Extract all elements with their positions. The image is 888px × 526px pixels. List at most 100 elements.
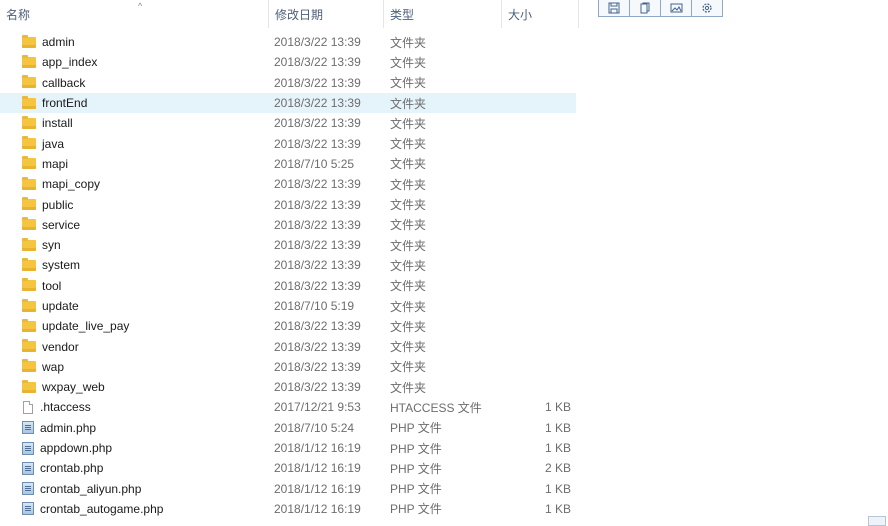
file-row[interactable]: install 2018/3/22 13:39 文件夹: [0, 113, 580, 133]
file-row[interactable]: admin.php 2018/7/10 5:24 PHP 文件 1 KB: [0, 418, 580, 438]
file-row[interactable]: update 2018/7/10 5:19 文件夹: [0, 296, 580, 316]
file-name-cell: crontab_autogame.php: [22, 502, 163, 516]
file-list: admin 2018/3/22 13:39 文件夹 app_index 2018/3/2…: [0, 32, 580, 519]
file-name: syn: [42, 238, 61, 253]
resize-grip[interactable]: [868, 516, 886, 526]
file-name: java: [42, 136, 65, 151]
file-row[interactable]: service 2018/3/22 13:39 文件夹: [0, 215, 580, 235]
file-name-cell: java: [22, 136, 65, 151]
file-row[interactable]: system 2018/3/22 13:39 文件夹: [0, 255, 580, 275]
file-row[interactable]: admin 2018/3/22 13:39 文件夹: [0, 32, 580, 52]
file-name-cell: .htaccess: [22, 400, 91, 414]
php-file-icon: [22, 482, 34, 496]
file-row[interactable]: crontab_aliyun.php 2018/1/12 16:19 PHP 文件 1…: [0, 479, 580, 499]
image-button[interactable]: [660, 0, 692, 17]
file-modified-date: 2018/1/12 16:19: [274, 441, 361, 456]
column-header-date-label: 修改日期: [275, 7, 324, 22]
file-name-cell: vendor: [22, 339, 79, 354]
copy-icon: [640, 2, 650, 14]
php-file-icon: [22, 441, 34, 455]
folder-icon: [22, 156, 36, 170]
toolbar: [598, 0, 723, 17]
file-modified-date: 2018/3/22 13:39: [274, 75, 361, 90]
file-name: app_index: [42, 55, 98, 70]
file-row[interactable]: app_index 2018/3/22 13:39 文件夹: [0, 52, 580, 72]
column-header-type[interactable]: 类型: [383, 0, 501, 28]
file-size: 1 KB: [544, 420, 571, 435]
file-row[interactable]: wap 2018/3/22 13:39 文件夹: [0, 357, 580, 377]
file-type: PHP 文件: [390, 441, 442, 456]
column-header-name[interactable]: 名称: [0, 0, 268, 28]
folder-icon: [22, 75, 36, 89]
file-size: 1 KB: [544, 441, 571, 456]
file-row[interactable]: update_live_pay 2018/3/22 13:39 文件夹: [0, 316, 580, 336]
file-modified-date: 2018/3/22 13:39: [274, 359, 361, 374]
file-name: update: [42, 299, 79, 313]
file-row[interactable]: .htaccess 2017/12/21 9:53 HTACCESS 文件 1 KB: [0, 397, 580, 417]
php-file-icon: [22, 502, 34, 516]
file-row[interactable]: crontab_autogame.php 2018/1/12 16:19 PHP 文…: [0, 499, 580, 519]
file-row[interactable]: frontEnd 2018/3/22 13:39 文件夹: [0, 92, 576, 114]
column-header-date[interactable]: 修改日期: [268, 0, 383, 28]
file-row[interactable]: mapi 2018/7/10 5:25 文件夹: [0, 154, 580, 174]
file-row[interactable]: wxpay_web 2018/3/22 13:39 文件夹: [0, 377, 580, 397]
file-name-cell: appdown.php: [22, 441, 112, 455]
file-modified-date: 2018/3/22 13:39: [274, 278, 361, 293]
file-name: install: [42, 116, 73, 131]
file-name-cell: app_index: [22, 54, 98, 70]
file-modified-date: 2018/3/22 13:39: [274, 177, 361, 192]
file-name-cell: tool: [22, 278, 62, 293]
file-modified-date: 2017/12/21 9:53: [274, 400, 361, 415]
file-name-cell: wxpay_web: [22, 379, 105, 394]
file-name: crontab.php: [40, 461, 104, 476]
settings-button[interactable]: [691, 0, 723, 17]
file-modified-date: 2018/3/22 13:39: [274, 258, 361, 273]
file-name-cell: public: [22, 197, 73, 212]
folder-icon: [22, 115, 36, 129]
folder-icon: [22, 54, 36, 68]
file-modified-date: 2018/3/22 13:39: [274, 136, 361, 151]
file-modified-date: 2018/1/12 16:19: [274, 501, 361, 516]
file-row[interactable]: java 2018/3/22 13:39 文件夹: [0, 133, 580, 153]
column-header-size[interactable]: 大小: [501, 0, 579, 28]
folder-icon: [22, 95, 36, 109]
file-type: 文件夹: [390, 55, 427, 70]
file-type: 文件夹: [390, 279, 427, 294]
save-button[interactable]: [598, 0, 630, 17]
file-name: tool: [42, 278, 62, 293]
file-size: 1 KB: [544, 400, 571, 415]
folder-icon: [22, 257, 36, 271]
copy-button[interactable]: [629, 0, 661, 17]
folder-icon: [22, 318, 36, 332]
file-type: 文件夹: [390, 35, 427, 50]
file-name: crontab_aliyun.php: [40, 481, 142, 496]
file-name-cell: callback: [22, 75, 86, 90]
file-row[interactable]: public 2018/3/22 13:39 文件夹: [0, 194, 580, 214]
folder-icon: [22, 339, 36, 353]
file-name-cell: service: [22, 217, 80, 232]
file-type: PHP 文件: [390, 461, 442, 476]
file-row[interactable]: tool 2018/3/22 13:39 文件夹: [0, 276, 580, 296]
file-type: 文件夹: [390, 299, 427, 314]
file-type: 文件夹: [390, 340, 427, 355]
file-type: 文件夹: [390, 177, 427, 192]
column-header-size-label: 大小: [508, 7, 533, 22]
file-type: PHP 文件: [390, 421, 442, 436]
file-name: frontEnd: [42, 96, 88, 111]
file-size: 2 KB: [544, 461, 571, 476]
file-modified-date: 2018/7/10 5:19: [274, 299, 355, 313]
file-row[interactable]: vendor 2018/3/22 13:39 文件夹: [0, 336, 580, 356]
file-row[interactable]: syn 2018/3/22 13:39 文件夹: [0, 235, 580, 255]
file-row[interactable]: appdown.php 2018/1/12 16:19 PHP 文件 1 KB: [0, 438, 580, 458]
file-row[interactable]: mapi_copy 2018/3/22 13:39 文件夹: [0, 174, 580, 194]
file-row[interactable]: callback 2018/3/22 13:39 文件夹: [0, 73, 580, 93]
file-name: callback: [42, 75, 86, 90]
file-row[interactable]: crontab.php 2018/1/12 16:19 PHP 文件 2 KB: [0, 458, 580, 478]
folder-icon: [22, 136, 36, 150]
file-type: 文件夹: [390, 157, 427, 172]
file-type: 文件夹: [390, 198, 427, 213]
file-modified-date: 2018/3/22 13:39: [274, 380, 361, 395]
file-modified-date: 2018/7/10 5:25: [274, 156, 355, 171]
file-modified-date: 2018/3/22 13:39: [274, 339, 361, 354]
folder-icon: [22, 176, 36, 190]
